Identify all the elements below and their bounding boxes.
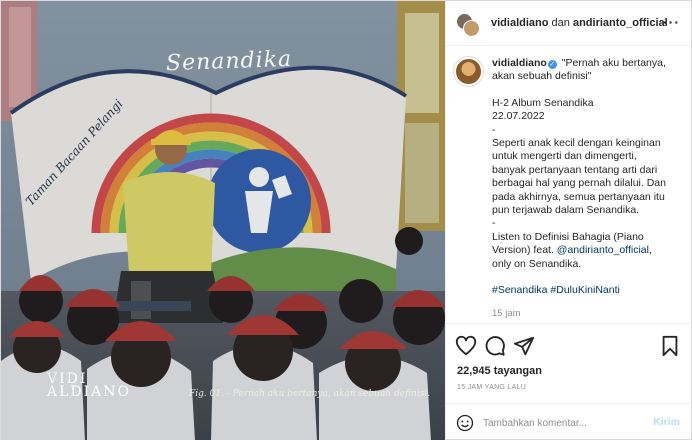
caption-listen-prefix: Version) feat.: [492, 244, 557, 257]
brand-logo: VIDI ALDIANO: [47, 372, 131, 400]
share-icon[interactable]: [513, 335, 535, 357]
caption-para-line: Seperti anak kecil dengan keinginan: [492, 137, 661, 150]
author-link-1[interactable]: vidialdiano: [491, 17, 548, 29]
caption-username[interactable]: vidialdiano: [492, 57, 547, 69]
caption-album-line: H-2 Album Senandika: [492, 96, 594, 109]
avatar: [463, 20, 480, 37]
post-timestamp[interactable]: 15 JAM YANG LALU: [457, 384, 526, 391]
hashtag-link[interactable]: #DuluKiniNanti: [550, 284, 619, 296]
caption-dash: -: [492, 123, 496, 136]
caption-dash: -: [492, 217, 496, 230]
view-count[interactable]: 22,945 tayangan: [457, 365, 542, 377]
hashtag-link[interactable]: #Senandika: [492, 284, 547, 296]
figure-caption: Fig. 01. - Pernah aku bertanya, akan seb…: [189, 389, 431, 399]
caption-quote-line1: "Pernah aku bertanya,: [561, 57, 666, 69]
caption-para-line: pada akhirnya, semua pertanyaan itu: [492, 190, 665, 203]
collab-avatars[interactable]: [456, 13, 480, 37]
caption-para-line: berbagai hal yang pernah dilalui. Dan: [492, 177, 666, 190]
post-comment-button[interactable]: Kirim: [653, 416, 680, 428]
verified-badge-icon: ✓: [547, 60, 557, 69]
author-link-2[interactable]: andirianto_official: [573, 17, 668, 29]
caption-listen-line1: Listen to Definisi Bahagia (Piano: [492, 230, 644, 243]
smile-icon[interactable]: [456, 414, 474, 432]
wall-title-text: Senandika: [165, 46, 293, 77]
caption-para-line: untuk mengerti dan dimengerti,: [492, 150, 637, 163]
more-options-icon[interactable]: ···: [663, 14, 680, 30]
caption-listen-line3: only on Senandika.: [492, 257, 582, 270]
comment-input[interactable]: [483, 415, 643, 431]
author-joiner: dan: [551, 17, 570, 29]
brand-line-aldiano: ALDIANO: [47, 384, 131, 400]
comment-icon[interactable]: [484, 335, 506, 357]
avatar[interactable]: [454, 57, 483, 86]
post-caption: vidialdiano ✓ "Pernah aku bertanya, akan …: [446, 47, 692, 323]
caption-para-line: pun terjawab dalam Senandika.: [492, 204, 640, 217]
mention-link[interactable]: @andirianto_official: [557, 244, 649, 256]
bookmark-icon[interactable]: [659, 335, 681, 357]
comment-bar: Kirim: [446, 403, 692, 440]
caption-para-line: banyak pertanyaan tentang arti dari: [492, 163, 658, 176]
post-frame: Senandika Taman Bacaan Pelangi VIDI ALDI…: [0, 0, 692, 440]
post-header: vidialdiano dan andirianto_official ···: [446, 1, 692, 46]
caption-listen-suffix: ,: [649, 244, 652, 257]
caption-date-line: 22.07.2022: [492, 110, 545, 123]
post-video[interactable]: Senandika Taman Bacaan Pelangi VIDI ALDI…: [1, 1, 445, 440]
post-side-panel: vidialdiano dan andirianto_official ··· …: [445, 1, 692, 440]
collab-authors: vidialdiano dan andirianto_official: [491, 17, 668, 29]
caption-time-ago: 15 jam: [492, 307, 521, 319]
caption-quote-line2: akan sebuah definisi": [492, 70, 592, 83]
heart-icon[interactable]: [455, 335, 477, 357]
